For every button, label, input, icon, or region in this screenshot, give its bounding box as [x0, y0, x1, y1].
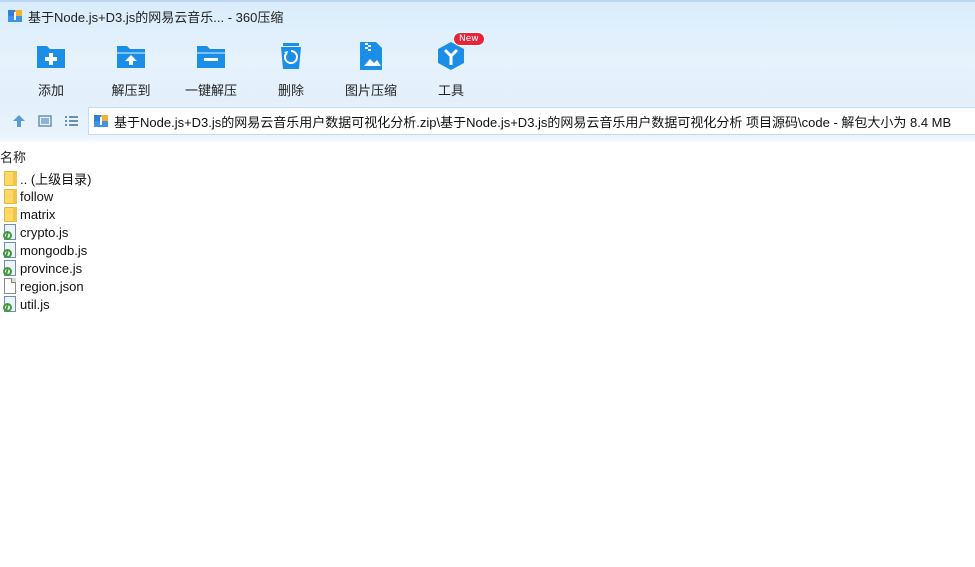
main-toolbar: 添加 解压到 一键解压 删除 图片压缩 工具 — [11, 36, 491, 98]
extract-to-button[interactable]: 解压到 — [91, 36, 171, 98]
address-path-bar[interactable]: 基于Node.js+D3.js的网易云音乐用户数据可视化分析.zip\基于Nod… — [88, 107, 975, 135]
window-chrome: 基于Node.js+D3.js的网易云音乐... - 360压缩 添加 解压到 … — [0, 0, 975, 142]
file-name: .. (上级目录) — [20, 171, 92, 187]
js-file-icon — [3, 224, 17, 240]
window-top-border — [0, 0, 975, 2]
add-button[interactable]: 添加 — [11, 36, 91, 98]
archive-app-icon — [8, 9, 22, 23]
list-item-follow[interactable]: follow — [0, 187, 400, 205]
image-compress-label: 图片压缩 — [344, 83, 397, 98]
title-bar: 基于Node.js+D3.js的网易云音乐... - 360压缩 — [0, 4, 975, 28]
folder-icon — [4, 206, 17, 222]
list-view-icon[interactable] — [62, 112, 80, 130]
js-file-icon — [3, 296, 17, 312]
one-click-extract-button[interactable]: 一键解压 — [171, 36, 251, 98]
navigation-bar: 基于Node.js+D3.js的网易云音乐用户数据可视化分析.zip\基于Nod… — [0, 106, 975, 136]
file-name: crypto.js — [20, 224, 69, 240]
folder-icon — [4, 170, 17, 186]
list-item-crypto-js[interactable]: crypto.js — [0, 223, 400, 241]
address-path-text: 基于Node.js+D3.js的网易云音乐用户数据可视化分析.zip\基于Nod… — [114, 114, 952, 130]
recycle-bin-icon — [275, 40, 307, 72]
file-name: mongodb.js — [20, 242, 88, 258]
list-item-province-js[interactable]: province.js — [0, 259, 400, 277]
document-file-icon — [4, 278, 17, 294]
window-title: 基于Node.js+D3.js的网易云音乐... - 360压缩 — [28, 9, 284, 25]
extract-to-label: 解压到 — [111, 83, 151, 98]
add-plus-icon — [35, 40, 67, 72]
js-file-icon — [3, 242, 17, 258]
one-click-extract-label: 一键解压 — [184, 83, 237, 98]
list-item-mongodb-js[interactable]: mongodb.js — [0, 241, 400, 259]
delete-label: 删除 — [277, 83, 304, 98]
file-name: util.js — [20, 296, 50, 312]
extract-to-icon — [115, 40, 147, 72]
tools-label: 工具 — [437, 83, 464, 98]
up-arrow-icon[interactable] — [10, 112, 28, 130]
file-name: matrix — [20, 206, 56, 222]
list-item-parent-dir[interactable]: .. (上级目录) — [0, 169, 400, 187]
list-item-matrix[interactable]: matrix — [0, 205, 400, 223]
delete-button[interactable]: 删除 — [251, 36, 331, 98]
one-click-extract-icon — [195, 40, 227, 72]
folder-icon — [4, 188, 17, 204]
file-name: follow — [20, 188, 54, 204]
list-item-region-json[interactable]: region.json — [0, 277, 400, 295]
thumbnail-view-icon[interactable] — [36, 112, 54, 130]
file-name: region.json — [20, 278, 84, 294]
file-name: province.js — [20, 260, 83, 276]
image-compress-button[interactable]: 图片压缩 — [331, 36, 411, 98]
archive-path-icon — [94, 114, 108, 128]
new-badge: New — [453, 32, 485, 46]
js-file-icon — [3, 260, 17, 276]
add-label: 添加 — [37, 83, 64, 98]
column-header-name[interactable]: 名称 — [0, 147, 200, 165]
image-compress-icon — [355, 40, 387, 72]
list-item-util-js[interactable]: util.js — [0, 295, 400, 313]
file-list: .. (上级目录) follow matrix crypto.js mongod… — [0, 169, 400, 313]
